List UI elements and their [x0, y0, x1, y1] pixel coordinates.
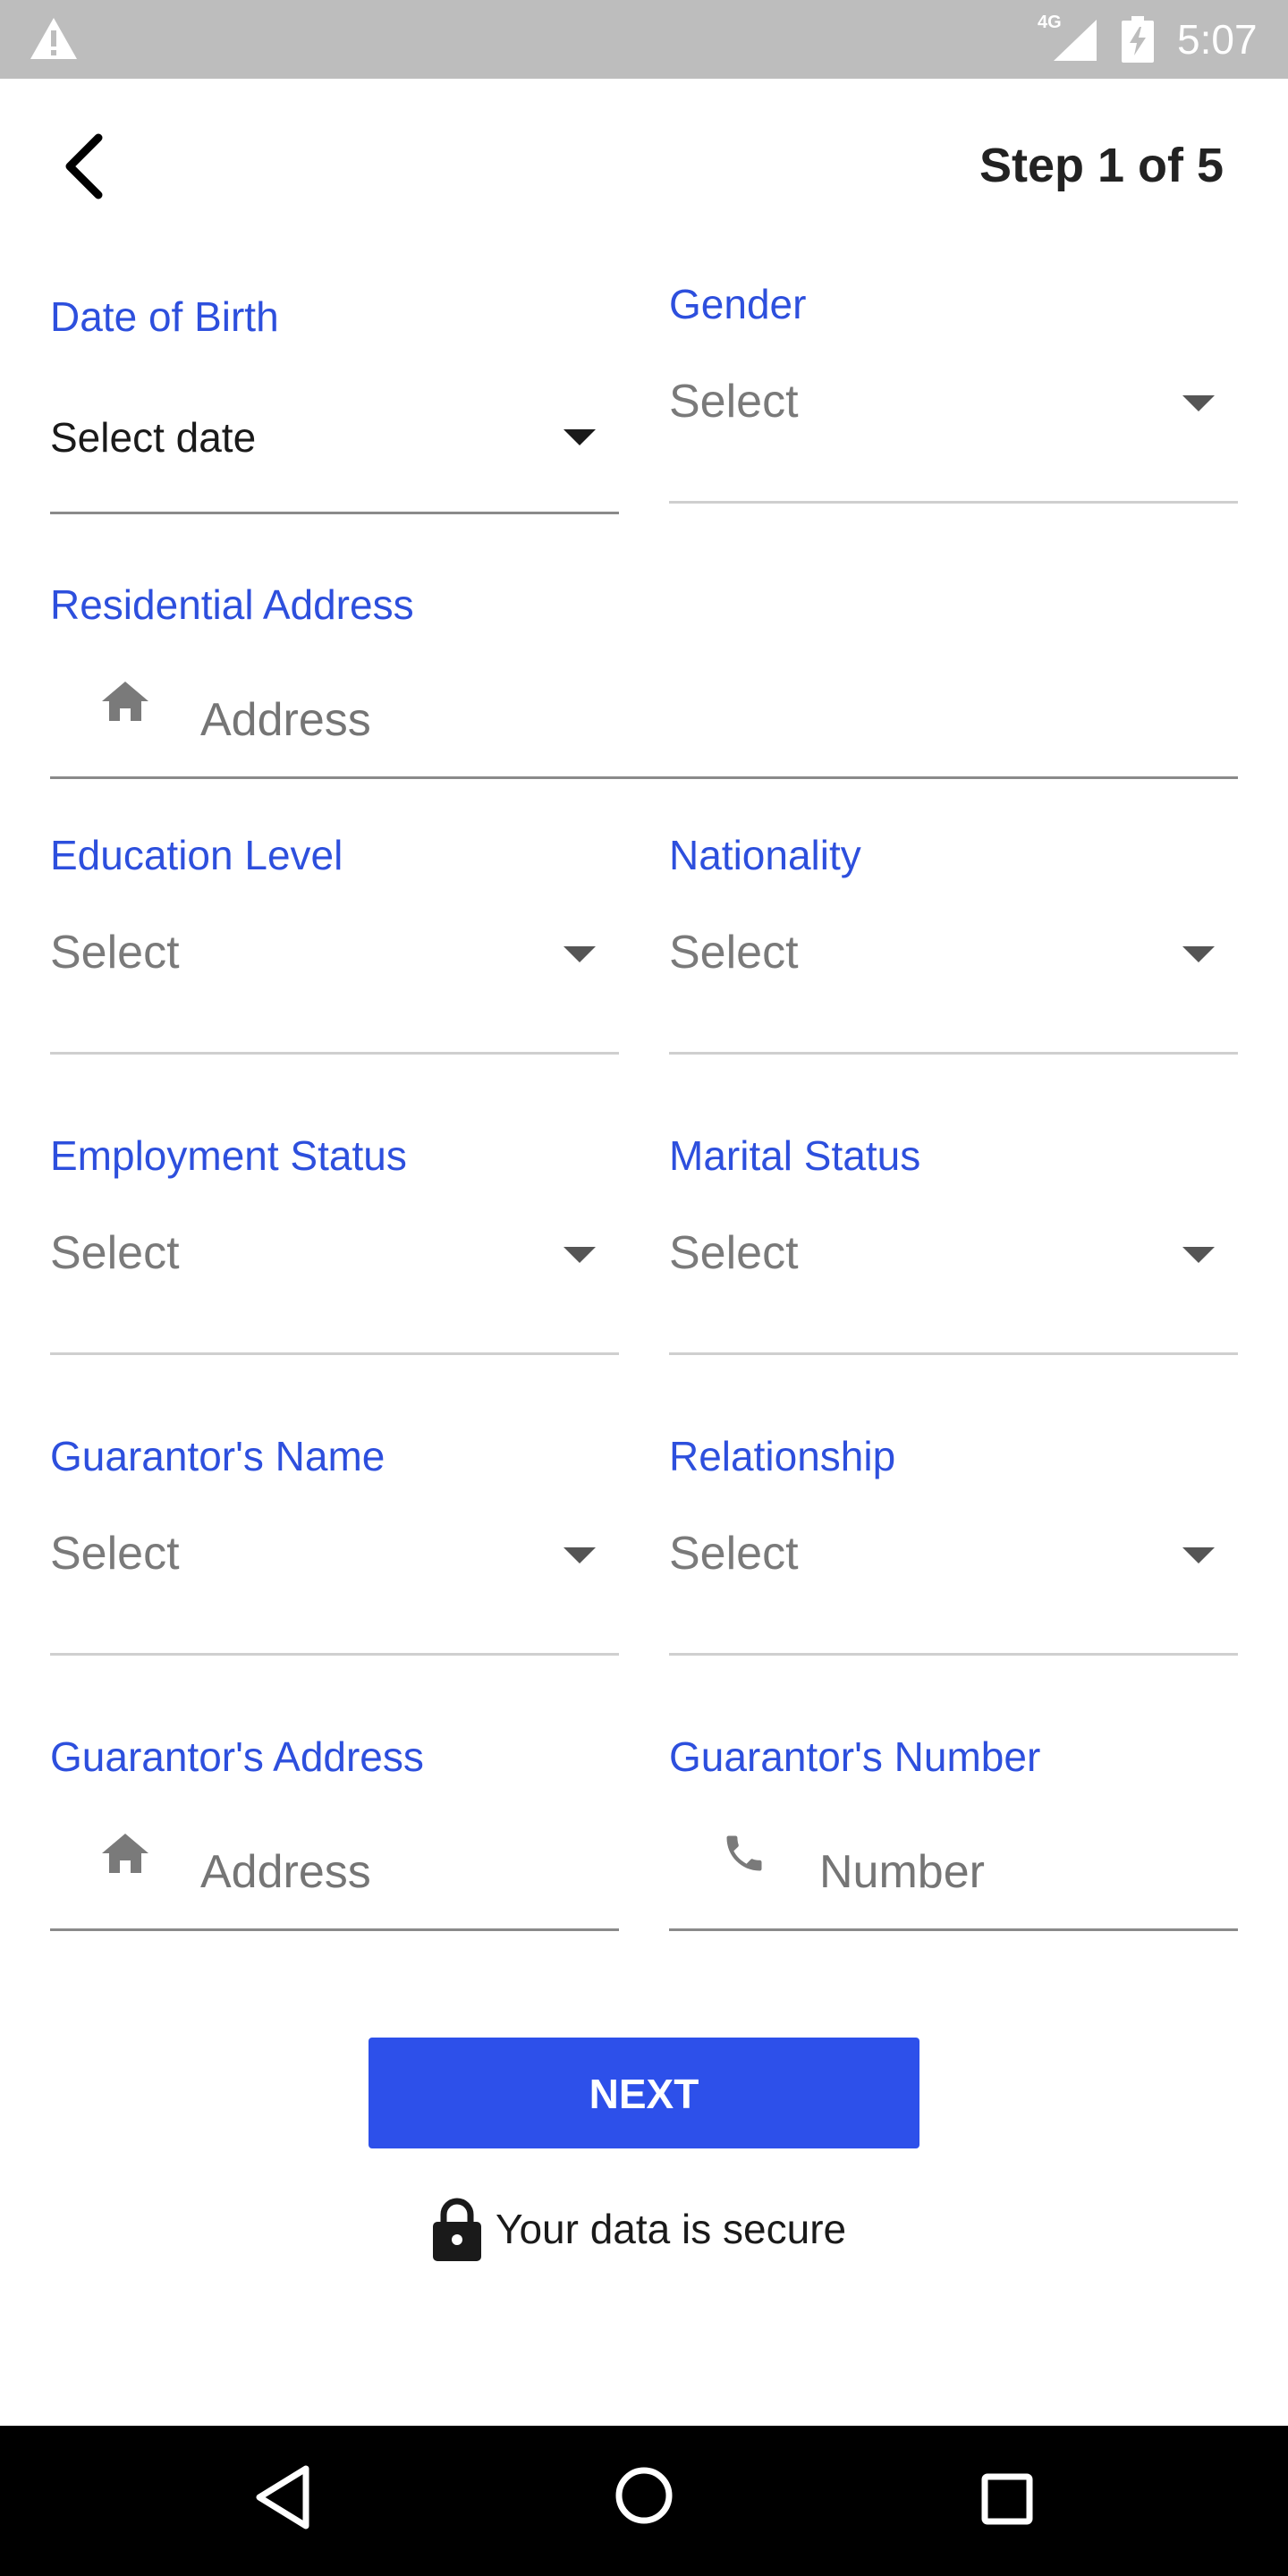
employment-label: Employment Status [50, 1132, 407, 1179]
gender-underline [669, 501, 1238, 504]
guarantor-name-value[interactable]: Select [50, 1522, 180, 1585]
caret-down-icon[interactable] [1182, 1547, 1215, 1563]
caret-down-icon[interactable] [564, 1547, 596, 1563]
employment-underline [50, 1352, 619, 1355]
caret-down-icon[interactable] [1182, 946, 1215, 962]
caret-down-icon[interactable] [564, 1247, 596, 1263]
secure-message: Your data is secure [496, 2206, 847, 2252]
battery-charging-icon [1122, 16, 1154, 63]
home-icon [102, 682, 148, 721]
caret-down-icon[interactable] [1182, 1247, 1215, 1263]
relationship-underline [669, 1653, 1238, 1656]
nationality-label: Nationality [669, 832, 861, 878]
dob-underline [50, 512, 619, 514]
back-button[interactable] [57, 131, 114, 202]
nationality-value[interactable]: Select [669, 921, 799, 984]
step-indicator: Step 1 of 5 [979, 139, 1224, 192]
education-value[interactable]: Select [50, 921, 180, 984]
guarantor-address-input[interactable] [200, 1841, 594, 1903]
guarantor-number-label: Guarantor's Number [669, 1733, 1041, 1780]
dob-label: Date of Birth [50, 293, 279, 340]
status-bar: 4G 5:07 [0, 0, 1288, 79]
caret-down-icon[interactable] [564, 946, 596, 962]
status-time: 5:07 [1177, 16, 1258, 63]
guarantor-name-underline [50, 1653, 619, 1656]
residential-address-label: Residential Address [50, 581, 414, 628]
employment-value[interactable]: Select [50, 1222, 180, 1284]
home-icon [102, 1834, 148, 1873]
navigation-bar [0, 2426, 1288, 2576]
phone-icon [726, 1835, 762, 1871]
relationship-label: Relationship [669, 1433, 896, 1479]
lock-icon [433, 2198, 481, 2261]
guarantor-number-underline [669, 1928, 1238, 1931]
residential-address-underline [50, 776, 1238, 779]
caret-down-icon[interactable] [1182, 395, 1215, 411]
gender-label: Gender [669, 281, 807, 327]
marital-value[interactable]: Select [669, 1222, 799, 1284]
warning-icon [30, 18, 77, 59]
gender-value[interactable]: Select [669, 370, 799, 433]
nav-recents-icon[interactable] [980, 2472, 1034, 2526]
chevron-left-icon [65, 133, 103, 199]
guarantor-name-label: Guarantor's Name [50, 1433, 386, 1479]
nav-back-icon[interactable] [250, 2462, 315, 2533]
relationship-value[interactable]: Select [669, 1522, 799, 1585]
guarantor-address-underline [50, 1928, 619, 1931]
signal-icon [1054, 20, 1097, 61]
caret-down-icon[interactable] [564, 429, 596, 445]
guarantor-address-label: Guarantor's Address [50, 1733, 424, 1780]
residential-address-input[interactable] [200, 689, 1184, 751]
education-label: Education Level [50, 832, 343, 878]
education-underline [50, 1052, 619, 1055]
nav-home-icon[interactable] [614, 2465, 674, 2526]
marital-label: Marital Status [669, 1132, 921, 1179]
next-button[interactable]: NEXT [369, 2038, 919, 2148]
guarantor-number-input[interactable] [819, 1841, 1213, 1903]
dob-value[interactable]: Select date [50, 406, 256, 469]
marital-underline [669, 1352, 1238, 1355]
nationality-underline [669, 1052, 1238, 1055]
